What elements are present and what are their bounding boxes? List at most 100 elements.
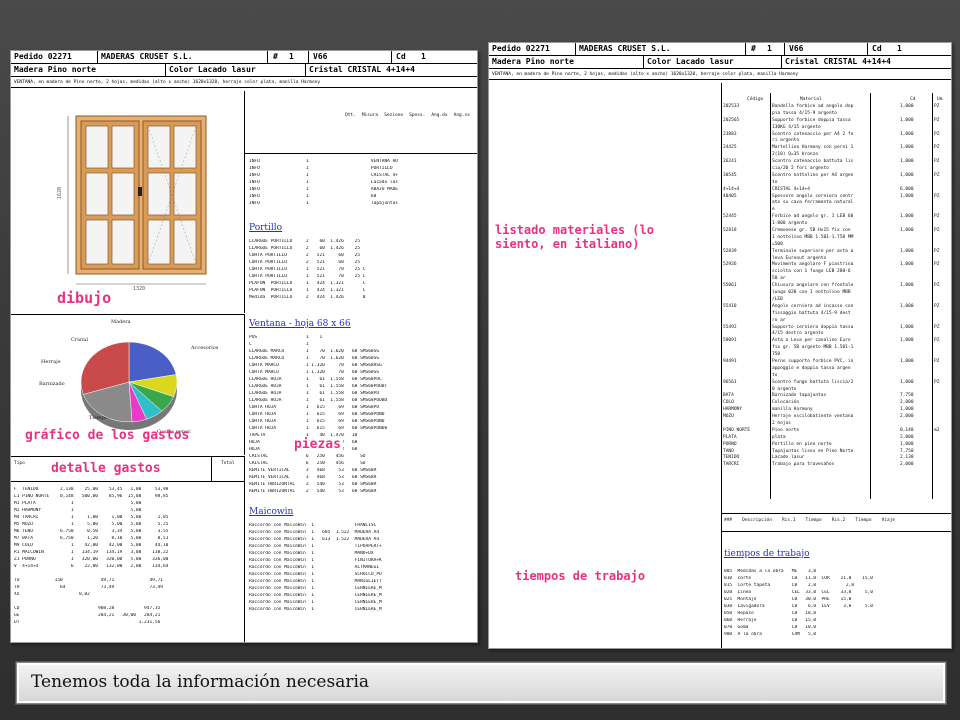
label-tiempos: tiempos de trabajo (515, 569, 646, 583)
material-row: 55061 Chiusura angolare con frontale 1,000… (722, 283, 951, 290)
pieces-portillo-rows: LLARGUE PORTILLO 2 60 1.426 25 LLARGUE PO… (249, 239, 366, 302)
material-cell: Barnizado tapajuntas (772, 393, 827, 399)
material-cell: COLO (723, 400, 734, 406)
material-cell: 2,000 (900, 400, 914, 406)
piece-row: Raccordo con MaicoWin 1 CERNIERE_M (249, 593, 382, 598)
material-cell: 1,000 (900, 283, 914, 289)
material-cell: 52926 (723, 262, 737, 268)
material-row: 1-800 argento (722, 221, 951, 228)
material-cell: lunga 020 con 1 nottolino MBB (772, 290, 851, 296)
order-header-row2: Madera Pino norte Color Lacado lasur Cri… (11, 64, 477, 77)
material-cell: to (772, 372, 778, 378)
material-cell: Bandella forbice ad angolo dop (772, 104, 854, 109)
material-cell: Cremonese gr. 5B Hx15 fix con (772, 228, 851, 234)
leaves-count-right: 1 (767, 44, 772, 53)
material-row: 55410 Angolo cerniera ad incasso con 1,000… (722, 304, 951, 311)
material-row: appoggio e doppia tassa argen (722, 366, 951, 373)
material-row: 0 argento (722, 387, 951, 394)
material-cell: CRISTAL 4+14+4 (772, 186, 810, 192)
pie-label: Accesorios (190, 345, 219, 351)
time-rows: 005 Medidas a la obra ME 3,0 010 corte CB… (724, 569, 873, 639)
cost-row: M4 TARCRI 1 1,00 1,00 5,00 1,05 (14, 515, 169, 520)
cost-row: L1 PINO NORTE 0,148 500,00 85,96 15,00 9… (14, 494, 169, 499)
section-portillo: Portillo (249, 223, 283, 233)
material-cell: appoggio e doppia tassa argen (772, 365, 851, 371)
time-row: 900 A la obra CAM 5,0 (724, 632, 817, 637)
color-type-right: Color Lacado lasur (647, 57, 734, 66)
piece-row: Raccordo con MaicoWin 1 605 1.522 MADERA… (249, 530, 380, 535)
piece-row: Medida PORTILLO 2 424 1.426 0 (249, 295, 366, 300)
material-cell: 202565 (723, 117, 740, 123)
mat-col-material: Material (800, 97, 822, 102)
piece-row: POS 1 1 (249, 335, 323, 340)
mat-col-um: Um (937, 97, 943, 102)
slide-caption: Tenemos toda la información necesaria (16, 662, 946, 704)
material-cell: 1,000 (900, 214, 914, 220)
material-cell: PZ (934, 172, 940, 178)
piece-row: Raccordo con MaicoWin 1 CERNIERE_M (249, 600, 382, 605)
client-name-right: MADERAS CRUSET S.L. (579, 44, 671, 53)
wood-type: Madera Pino norte (14, 65, 96, 74)
pieces-col-header: Sezione (384, 113, 404, 118)
piece-row: PLAFON PORTILLO 1 424 1.321 C (249, 281, 366, 286)
order-header-row2-right: Madera Pino norte Color Lacado lasur Cri… (489, 56, 951, 69)
pieces-col-header: Qtt. (345, 113, 356, 118)
material-cell: Colocación (772, 400, 800, 406)
material-row: cia/20 2 fori argento (722, 166, 951, 173)
order-sheet-pieces: Pedido 02271 MADERAS CRUSET S.L. # 1 V66… (10, 50, 478, 643)
time-row: 030 Lavigadora CB 6,0 LEV 3,0 5,0 (724, 604, 874, 609)
piece-row: LLARGUE HOJA 1 61 1.558 68 SMS68PO (249, 391, 380, 396)
piece-row: INFO 1 CRISTAL 4+ (249, 173, 399, 178)
material-cell: Asta a Leva per canalino Euro (772, 338, 851, 344)
material-row: 202533 Bandella forbice ad angolo dop 1,00… (722, 104, 951, 111)
pieces-col-header: Ang.sx (453, 113, 470, 118)
material-cell: 130KG 4/15 argento (772, 124, 821, 130)
material-cell: 2,000 (900, 414, 914, 420)
material-cell: Lacado lasur (772, 455, 805, 461)
material-cell: ro ar (772, 317, 786, 323)
material-cell: PZ (934, 358, 940, 364)
material-cell: Portillo en pino norte (772, 441, 832, 447)
material-cell: PLATA (723, 434, 737, 440)
materials-table: Código Material Cd Um 202533 Bandella for… (722, 93, 951, 503)
material-row: 52445 Forbice ad angolo gr. 1 LEB 60 1,000… (722, 214, 951, 221)
material-cell: TANO (723, 448, 734, 454)
material-cell: TENIDO (723, 455, 740, 461)
material-cell: Martellina Harmony con perni 1 (772, 145, 854, 151)
material-cell: 1,000 (900, 193, 914, 199)
material-cell: Forbice ad angolo gr. 1 LEB 60 (772, 214, 854, 220)
time-row: 025 Montaje CB 30,0 PRE 15,0 (724, 597, 852, 602)
material-cell: 1,000 (900, 407, 914, 413)
cost-row: Z1 PORNO 1 320,00 320,00 5,00 336,00 (14, 557, 169, 562)
material-cell: 52445 (723, 214, 737, 220)
material-cell: 2,000 (900, 462, 914, 468)
material-row: to (722, 180, 951, 187)
material-cell: PZ (934, 131, 940, 137)
material-row: COLO Colocación 2,000 (722, 400, 951, 407)
material-cell: 1,000 (900, 159, 914, 165)
material-row: 2 hojas (722, 421, 951, 428)
piece-row: PLAFON PORTILLO 1 424 1.321 C (249, 288, 366, 293)
material-cell: 1,000 (900, 358, 914, 364)
material-cell: 1,000 (900, 303, 914, 309)
material-cell: plata (772, 434, 786, 440)
material-cell: PZ (934, 145, 940, 151)
material-row: 94491 Perno supporto forbice PVC, in 1,000… (722, 359, 951, 366)
material-row: fissaggio battuta 4/15-9 dest (722, 311, 951, 318)
piece-row: Raccordo con MaicoWin 1 SCROCCO_PO (249, 572, 382, 577)
material-cell: 40405 (723, 193, 737, 199)
material-cell: 1,000 (900, 324, 914, 330)
piece-row: CURTA HOJA 1 615 69 68 SMS68PO (249, 405, 380, 410)
piece-row: CURTA MARCO 1 1.320 70 68 SMS68SG (249, 370, 380, 375)
material-cell: 6,000 (900, 186, 914, 192)
material-cell: MOZU (723, 414, 734, 420)
material-row: 202565 Supporto forbice doppia tassa 1,000… (722, 118, 951, 125)
times-col-header: Descripción (742, 518, 772, 523)
material-cell: 1 nottolino MBB 1.501-1.750 MM (772, 234, 854, 240)
section-tiempos: tiempos de trabajo (724, 549, 810, 559)
pie-label: Herraje (41, 359, 61, 365)
time-row: 050 Repaso CB 18,0 (724, 611, 817, 616)
material-cell: Supporto forbice doppia tassa (772, 117, 851, 123)
material-cell: 2 hojas (772, 420, 791, 426)
material-row: to (722, 373, 951, 380)
